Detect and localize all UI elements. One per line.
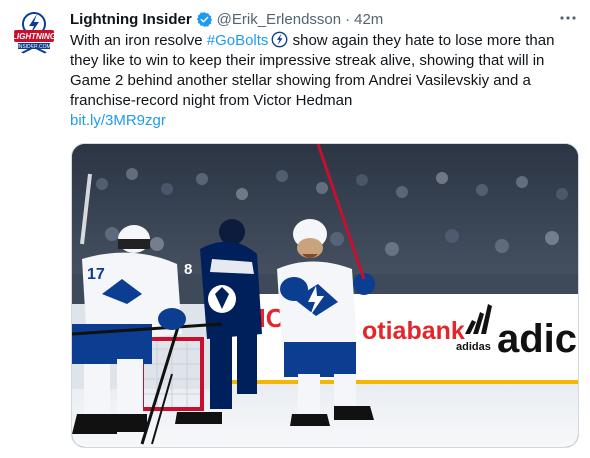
avatar[interactable]: LIGHTNING INSIDER.COM [10,8,58,56]
lightning-insider-logo: LIGHTNING INSIDER.COM [12,12,56,55]
separator-dot: · [345,10,351,28]
board-adidas-small: adidas [456,341,491,353]
svg-text:INSIDER.COM: INSIDER.COM [17,44,50,50]
tweet-header: Lightning Insider @Erik_Erlendsson · 42m [70,8,580,30]
author-handle[interactable]: @Erik_Erlendsson [217,11,341,28]
verified-badge-icon [196,11,213,28]
timestamp[interactable]: 42m [354,11,383,28]
ellipsis-icon[interactable] [558,8,578,28]
lightning-bolt-icon [271,31,288,48]
author-name[interactable]: Lightning Insider [70,11,192,28]
tweet-text: With an iron resolve #GoBolts show again… [70,31,580,131]
opponent-jersey-number: 8 [184,261,192,278]
svg-text:LIGHTNING: LIGHTNING [12,32,56,41]
hashtag-link[interactable]: #GoBolts [207,32,269,49]
board-scotiabank: otiabank [362,317,465,345]
tweet-text-part: With an iron resolve [70,32,207,49]
hockey-celebration-photo: HO otiabank adidas adicl 8 [72,144,578,447]
tweet-photo[interactable]: HO otiabank adidas adicl 8 [71,143,579,448]
tweet-link[interactable]: bit.ly/3MR9zgr [70,112,166,129]
board-adidas-large: adicl [497,317,578,361]
left-player-jersey-number: 17 [87,266,105,283]
